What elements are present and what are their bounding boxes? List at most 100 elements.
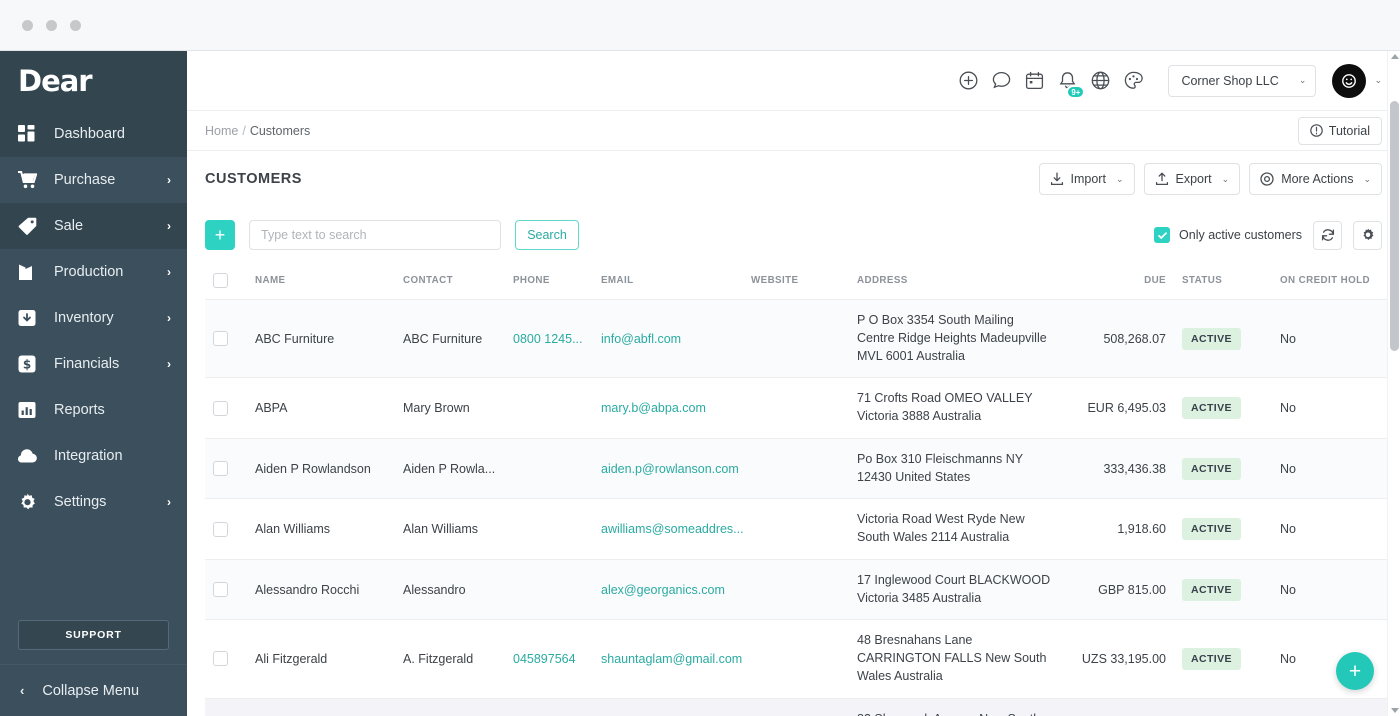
table-row[interactable]: Ali Fitzgerald A. Fitzgerald 045897564 s… [205, 620, 1400, 698]
tutorial-button[interactable]: Tutorial [1298, 117, 1382, 145]
column-header-status[interactable]: STATUS [1174, 263, 1272, 300]
export-button[interactable]: Export ⌄ [1144, 163, 1241, 195]
cell-status: ACTIVE [1174, 438, 1272, 499]
column-header-email[interactable]: EMAIL [593, 263, 743, 300]
add-customer-button[interactable]: + [205, 220, 235, 250]
column-header-phone[interactable]: PHONE [505, 263, 593, 300]
cell-phone[interactable]: 0800 1245... [505, 300, 593, 378]
support-button[interactable]: SUPPORT [18, 620, 169, 650]
cell-name[interactable]: Ali Fitzgerald [247, 620, 395, 698]
cell-phone[interactable] [505, 499, 593, 560]
table-row[interactable]: Alan Williams Alan Williams awilliams@so… [205, 499, 1400, 560]
app-logo[interactable]: Dear [0, 51, 187, 111]
cell-email[interactable]: mary.b@abpa.com [593, 378, 743, 439]
cell-website[interactable] [743, 559, 849, 620]
table-row[interactable]: ABC Furniture ABC Furniture 0800 1245...… [205, 300, 1400, 378]
row-checkbox[interactable] [213, 461, 228, 476]
cell-email[interactable]: alex@georganics.com [593, 559, 743, 620]
row-checkbox[interactable] [213, 522, 228, 537]
sidebar-item-production[interactable]: Production › [0, 249, 187, 295]
cell-website[interactable] [743, 438, 849, 499]
globe-icon[interactable] [1084, 64, 1117, 97]
cell-website[interactable] [743, 300, 849, 378]
breadcrumb-home-link[interactable]: Home [205, 124, 238, 138]
column-header-due[interactable]: DUE [1059, 263, 1174, 300]
sidebar-item-sale[interactable]: Sale › [0, 203, 187, 249]
scroll-up-arrow-icon[interactable] [1391, 54, 1399, 59]
status-badge: ACTIVE [1182, 458, 1241, 480]
cell-name[interactable]: ABC Furniture [247, 300, 395, 378]
chevron-left-icon: ‹ [20, 683, 24, 698]
more-actions-button[interactable]: More Actions ⌄ [1249, 163, 1382, 195]
cell-phone[interactable] [505, 378, 593, 439]
cell-name[interactable]: Aiden P Rowlandson [247, 438, 395, 499]
column-header-contact[interactable]: CONTACT [395, 263, 505, 300]
refresh-icon [1321, 228, 1335, 242]
column-header-name[interactable]: NAME [247, 263, 395, 300]
sidebar-item-inventory[interactable]: Inventory › [0, 295, 187, 341]
cell-website[interactable] [743, 620, 849, 698]
cell-phone[interactable] [505, 438, 593, 499]
search-input[interactable] [249, 220, 501, 250]
cell-phone[interactable]: 045897564 [505, 620, 593, 698]
company-selector[interactable]: Corner Shop LLC ⌄ [1168, 65, 1316, 97]
only-active-customers-checkbox[interactable]: Only active customers [1154, 227, 1302, 243]
row-select-cell [205, 300, 247, 378]
vertical-scrollbar[interactable] [1387, 51, 1400, 716]
cell-name[interactable]: Alan Williams [247, 499, 395, 560]
import-button[interactable]: Import ⌄ [1039, 163, 1135, 195]
row-checkbox[interactable] [213, 401, 228, 416]
cell-contact: Mary Brown [395, 378, 505, 439]
cell-due: 333,436.38 [1059, 438, 1174, 499]
sidebar-item-purchase[interactable]: Purchase › [0, 157, 187, 203]
sidebar-item-integration[interactable]: Integration [0, 433, 187, 479]
table-row[interactable]: Alessandro Rocchi Alessandro alex@georga… [205, 559, 1400, 620]
refresh-button[interactable] [1313, 221, 1342, 250]
cell-email[interactable]: info@abfl.com [593, 300, 743, 378]
cell-website[interactable] [743, 378, 849, 439]
sidebar-item-settings[interactable]: Settings › [0, 479, 187, 525]
row-checkbox[interactable] [213, 331, 228, 346]
palette-icon[interactable] [1117, 64, 1150, 97]
sidebar-item-dashboard[interactable]: Dashboard [0, 111, 187, 157]
cell-phone[interactable] [505, 559, 593, 620]
table-row[interactable]: Aiden P Rowlandson Aiden P Rowla... aide… [205, 438, 1400, 499]
cell-email[interactable]: alina.r@bestproducts.com [593, 698, 743, 716]
calendar-icon[interactable] [1018, 64, 1051, 97]
column-header-website[interactable]: WEBSITE [743, 263, 849, 300]
scroll-down-arrow-icon[interactable] [1391, 708, 1399, 713]
table-row[interactable]: ABPA Mary Brown mary.b@abpa.com 71 Croft… [205, 378, 1400, 439]
scrollbar-thumb[interactable] [1390, 101, 1399, 351]
chevron-down-icon: ⌄ [1116, 174, 1124, 185]
cell-website[interactable] [743, 499, 849, 560]
cell-name[interactable]: Alessandro Rocchi [247, 559, 395, 620]
row-checkbox[interactable] [213, 582, 228, 597]
collapse-menu-button[interactable]: ‹ Collapse Menu [0, 664, 187, 716]
column-header-address[interactable]: ADDRESS [849, 263, 1059, 300]
table-row[interactable]: Alina Rose Alina Rose alina.r@bestproduc… [205, 698, 1400, 716]
cell-email[interactable]: awilliams@someaddres... [593, 499, 743, 560]
cell-name[interactable]: Alina Rose [247, 698, 395, 716]
cell-name[interactable]: ABPA [247, 378, 395, 439]
select-all-checkbox[interactable] [213, 273, 228, 288]
notification-bell-icon[interactable]: 9+ [1051, 64, 1084, 97]
window-maximize-dot[interactable] [70, 20, 81, 31]
cell-email[interactable]: shauntaglam@gmail.com [593, 620, 743, 698]
add-circle-icon[interactable] [952, 64, 985, 97]
floating-add-button[interactable]: + [1336, 652, 1374, 690]
cell-contact: Alessandro [395, 559, 505, 620]
table-settings-button[interactable] [1353, 221, 1382, 250]
cell-credit-hold: No [1272, 559, 1400, 620]
sidebar-item-financials[interactable]: $ Financials › [0, 341, 187, 387]
chat-icon[interactable] [985, 64, 1018, 97]
cell-email[interactable]: aiden.p@rowlanson.com [593, 438, 743, 499]
search-button[interactable]: Search [515, 220, 579, 250]
cell-phone[interactable] [505, 698, 593, 716]
user-menu[interactable]: ⌄ [1332, 64, 1382, 98]
cell-website[interactable] [743, 698, 849, 716]
window-close-dot[interactable] [22, 20, 33, 31]
sidebar-item-reports[interactable]: Reports [0, 387, 187, 433]
row-checkbox[interactable] [213, 651, 228, 666]
column-header-credit-hold[interactable]: ON CREDIT HOLD [1272, 263, 1400, 300]
window-minimize-dot[interactable] [46, 20, 57, 31]
